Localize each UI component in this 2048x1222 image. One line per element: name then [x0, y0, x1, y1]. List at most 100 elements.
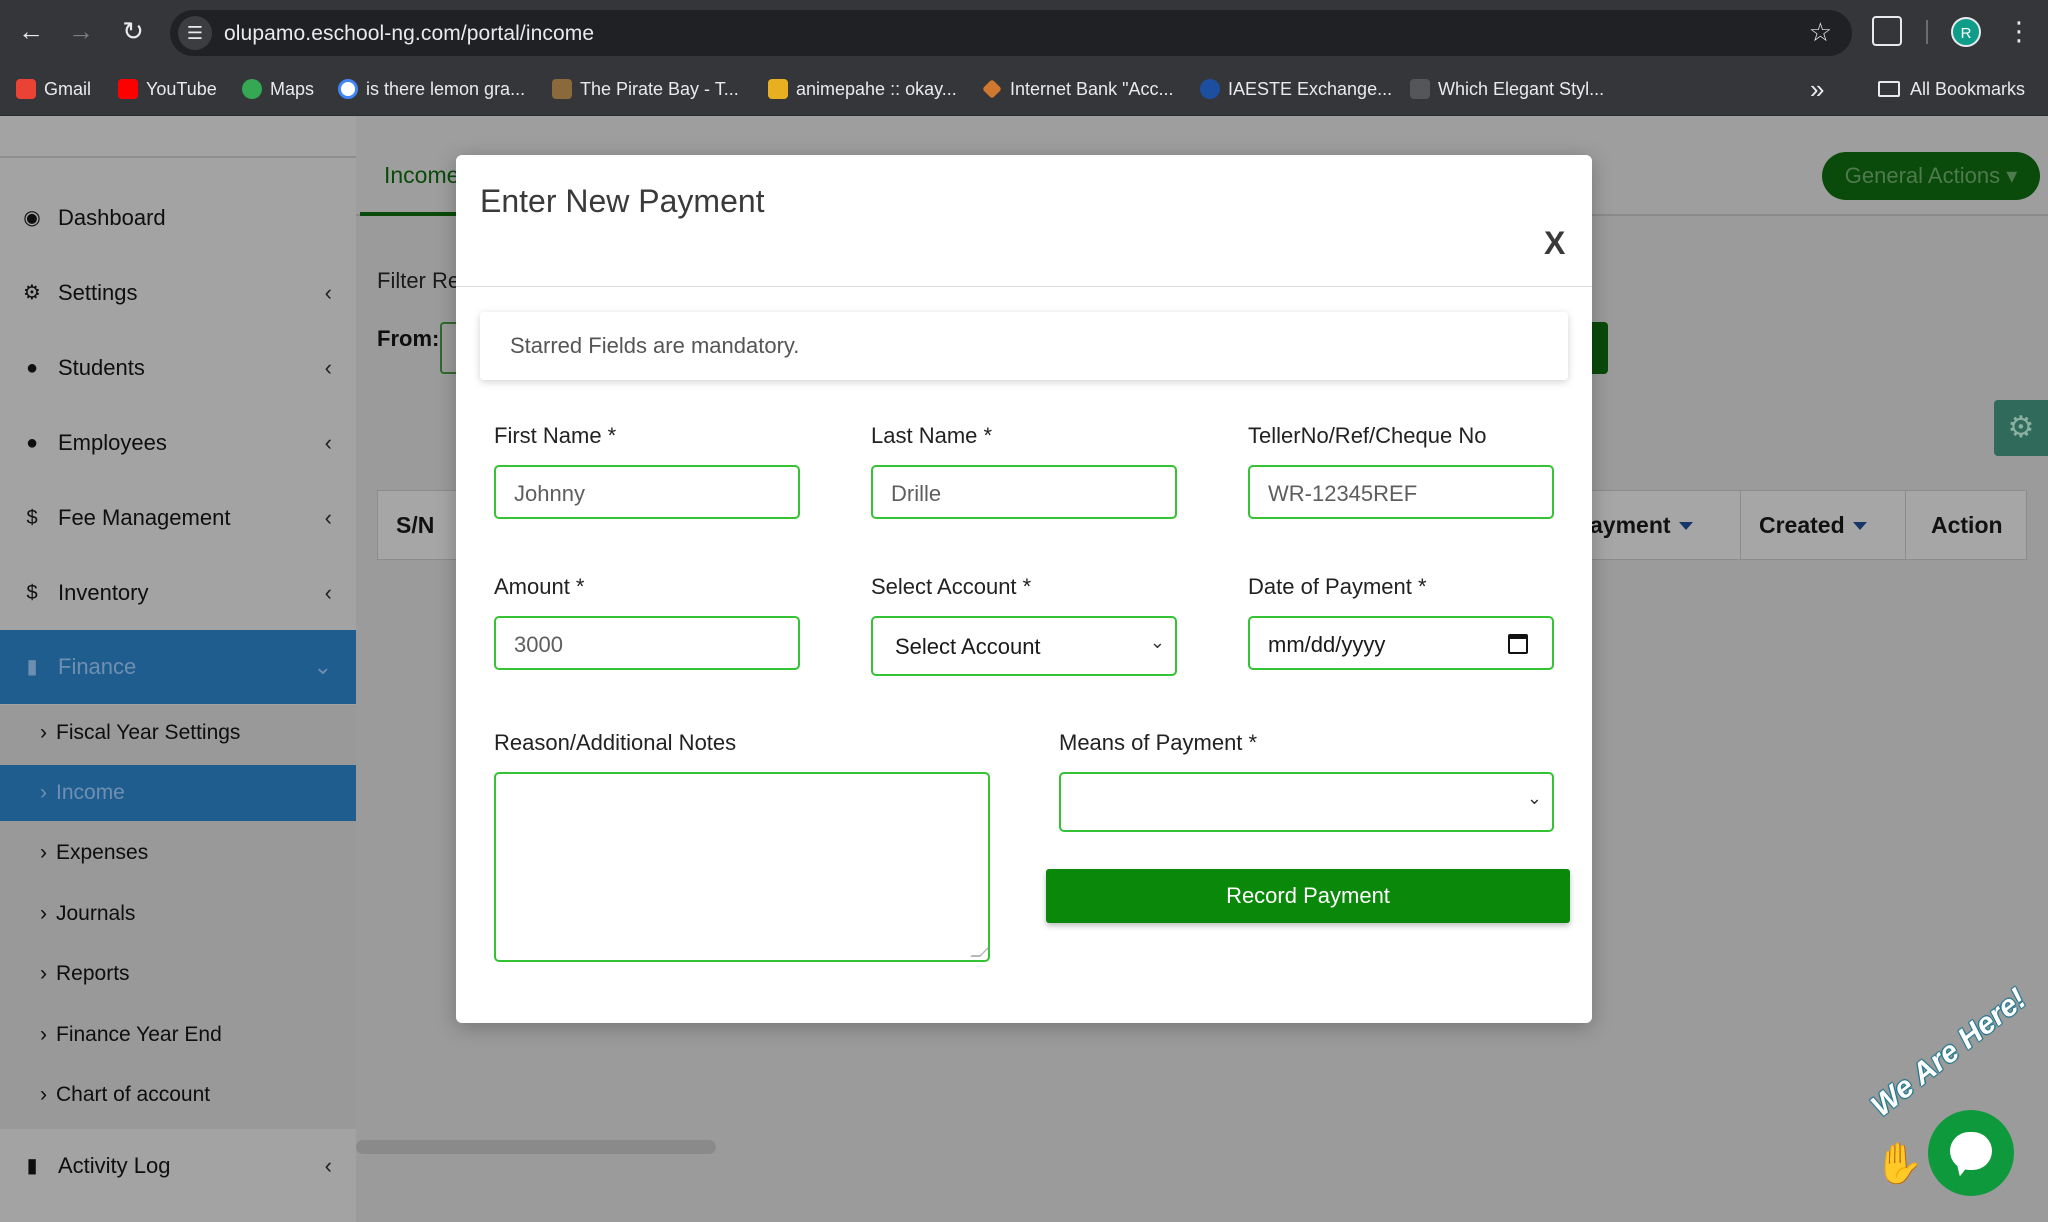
dollar-icon: $	[26, 582, 38, 604]
sidebar-item-label: Inventory	[58, 580, 149, 605]
first-name-label: First Name *	[494, 423, 617, 448]
folder-icon	[1878, 81, 1900, 97]
reload-icon[interactable]: ↻	[116, 14, 150, 48]
all-bookmarks[interactable]: All Bookmarks	[1878, 76, 2025, 102]
site-settings-icon[interactable]: ☰	[178, 16, 212, 50]
sidebar: ◉ Dashboard ⚙ Settings ‹ ● Students ‹ ● …	[0, 116, 356, 1222]
bookmark-animepahe[interactable]: animepahe :: okay...	[768, 76, 957, 102]
bookmark-elegant-style[interactable]: Which Elegant Styl...	[1410, 76, 1604, 102]
amount-field[interactable]: 3000	[494, 616, 800, 670]
forward-icon[interactable]: →	[64, 14, 98, 48]
column-header-created[interactable]: Created	[1759, 491, 1867, 559]
submenu-item-journals[interactable]: › Journals	[0, 886, 356, 942]
submenu-item-label: Finance Year End	[56, 1023, 222, 1046]
horizontal-scrollbar[interactable]	[356, 1140, 716, 1154]
submenu-item-reports[interactable]: › Reports	[0, 946, 356, 1002]
gear-icon: ⚙	[23, 282, 41, 304]
date-label: Date of Payment *	[1248, 574, 1427, 599]
submenu-item-fiscal-year-settings[interactable]: › Fiscal Year Settings	[0, 705, 356, 761]
filter-label: Filter Re	[377, 268, 461, 293]
account-select[interactable]: Select Account ⌄	[871, 616, 1177, 676]
submenu-item-label: Journals	[56, 902, 136, 925]
teller-value: WR-12345REF	[1268, 481, 1418, 506]
chevron-left-icon: ‹	[324, 580, 332, 605]
notes-textarea[interactable]	[494, 772, 990, 962]
means-of-payment-select[interactable]: ⌄	[1059, 772, 1554, 832]
column-header-label: Created	[1759, 512, 1845, 538]
sidebar-item-inventory[interactable]: $ Inventory ‹	[0, 556, 356, 630]
sidebar-item-label: Students	[58, 355, 145, 380]
column-header-payment[interactable]: ayment	[1590, 491, 1693, 559]
column-divider	[1905, 491, 1906, 559]
submenu-item-label: Fiscal Year Settings	[56, 721, 241, 744]
more-bookmarks-icon[interactable]: »	[1810, 74, 1824, 105]
teller-label: TellerNo/Ref/Cheque No	[1248, 423, 1487, 448]
sidebar-item-students[interactable]: ● Students ‹	[0, 331, 356, 405]
sidebar-item-fee-management[interactable]: $ Fee Management ‹	[0, 481, 356, 555]
sort-caret-icon	[1852, 522, 1867, 530]
chat-launcher-button[interactable]	[1928, 1110, 2014, 1196]
cat-icon	[768, 79, 788, 99]
resize-handle-icon[interactable]	[970, 947, 990, 957]
first-name-field[interactable]: Johnny	[494, 465, 800, 519]
last-name-field[interactable]: Drille	[871, 465, 1177, 519]
globe-icon	[1200, 79, 1220, 99]
last-name-value: Drille	[891, 481, 942, 506]
sidebar-item-activity-log[interactable]: ▮ Activity Log ‹	[0, 1129, 356, 1203]
chevron-right-icon: ›	[40, 781, 47, 804]
general-actions-button[interactable]: General Actions ▾	[1822, 152, 2040, 200]
bookmark-internet-bank[interactable]: Internet Bank "Acc...	[982, 76, 1173, 102]
back-icon[interactable]: ←	[14, 14, 48, 48]
record-payment-button[interactable]: Record Payment	[1046, 869, 1570, 923]
browser-menu-icon[interactable]: ⋮	[2006, 14, 2032, 48]
sidebar-item-finance[interactable]: ▮ Finance ⌄	[0, 630, 356, 704]
date-of-payment-field[interactable]: mm/dd/yyyy	[1248, 616, 1554, 670]
bookmark-google-search[interactable]: is there lemon gra...	[338, 76, 525, 102]
first-name-value: Johnny	[514, 481, 585, 506]
address-bar[interactable]: ☰ olupamo.eschool-ng.com/portal/income ☆	[170, 10, 1852, 56]
sidebar-item-label: Employees	[58, 430, 167, 455]
url-text[interactable]: olupamo.eschool-ng.com/portal/income	[224, 22, 594, 46]
user-icon: ●	[25, 432, 39, 454]
mandatory-notice: Starred Fields are mandatory.	[480, 312, 1568, 380]
teller-field[interactable]: WR-12345REF	[1248, 465, 1554, 519]
calendar-icon[interactable]	[1508, 634, 1528, 654]
dollar-icon: $	[26, 507, 38, 529]
submenu-item-expenses[interactable]: › Expenses	[0, 825, 356, 881]
submenu-item-label: Income	[56, 781, 125, 804]
column-header-sn[interactable]: S/N	[396, 491, 434, 559]
modal-title: Enter New Payment	[480, 183, 765, 219]
amount-label: Amount *	[494, 574, 585, 599]
chevron-left-icon: ‹	[324, 355, 332, 380]
submenu-item-label: Expenses	[56, 841, 149, 864]
date-placeholder: mm/dd/yyyy	[1268, 632, 1386, 657]
sidebar-item-settings[interactable]: ⚙ Settings ‹	[0, 256, 356, 330]
profile-avatar[interactable]: R	[1951, 17, 1981, 47]
tab-income[interactable]: Income	[384, 162, 459, 189]
submenu-item-income[interactable]: › Income	[0, 765, 356, 821]
bookmark-gmail[interactable]: Gmail	[16, 76, 91, 102]
column-divider	[1740, 491, 1741, 559]
modal-divider	[456, 286, 1592, 287]
account-selected-value: Select Account	[895, 634, 1041, 659]
settings-gear-icon[interactable]: ⚙	[1994, 400, 2048, 456]
book-icon: ▮	[26, 656, 38, 678]
submenu-item-chart-of-account[interactable]: › Chart of account	[0, 1067, 356, 1123]
sidebar-item-dashboard[interactable]: ◉ Dashboard	[0, 181, 356, 255]
finance-submenu: › Fiscal Year Settings › Income › Expenses …	[0, 705, 356, 1129]
chevron-right-icon: ›	[40, 962, 47, 985]
close-icon[interactable]: X	[1544, 227, 1565, 259]
bookmark-pirate-bay[interactable]: The Pirate Bay - T...	[552, 76, 739, 102]
bookmark-iaeste[interactable]: IAESTE Exchange...	[1200, 76, 1392, 102]
sidebar-item-employees[interactable]: ● Employees ‹	[0, 406, 356, 480]
submenu-item-finance-year-end[interactable]: › Finance Year End	[0, 1007, 356, 1063]
bookmark-youtube[interactable]: YouTube	[118, 76, 217, 102]
extensions-icon[interactable]	[1872, 16, 1902, 46]
last-name-label: Last Name *	[871, 423, 993, 448]
means-label: Means of Payment *	[1059, 730, 1258, 755]
chevron-right-icon: ›	[40, 841, 47, 864]
user-icon: ●	[25, 357, 39, 379]
bookmark-maps[interactable]: Maps	[242, 76, 314, 102]
bookmark-star-icon[interactable]: ☆	[1809, 17, 1832, 48]
sidebar-item-label: Settings	[58, 280, 138, 305]
